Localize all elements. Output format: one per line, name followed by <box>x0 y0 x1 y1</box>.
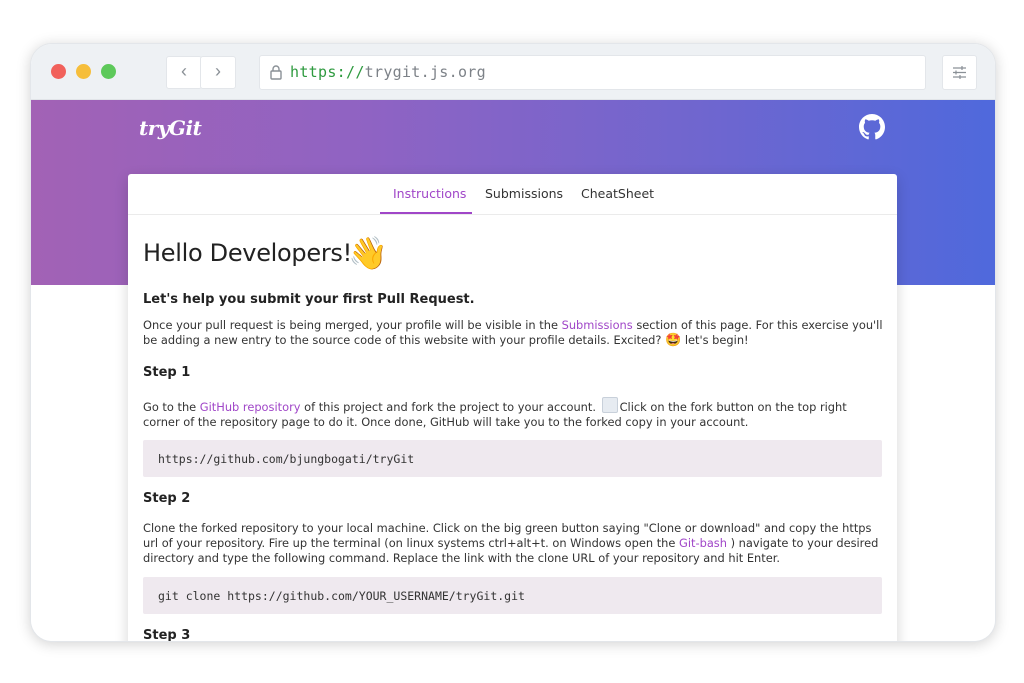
submissions-link[interactable]: Submissions <box>562 318 633 332</box>
waving-hand-icon: 👋 <box>348 234 388 272</box>
browser-window: ‹ › https://trygit.js.org tryGit Instruc… <box>30 43 996 642</box>
git-bash-link[interactable]: Git-bash <box>679 536 727 550</box>
sliders-icon <box>953 66 966 79</box>
github-repository-link[interactable]: GitHub repository <box>200 400 301 414</box>
page-viewport: tryGit Instructions Submissions CheatShe… <box>31 100 995 641</box>
url-text: https://trygit.js.org <box>290 63 486 81</box>
code-text: https://github.com/bjungbogati/tryGit <box>158 452 415 466</box>
close-window-button[interactable] <box>51 64 66 79</box>
site-logo[interactable]: tryGit <box>139 116 202 140</box>
chevron-left-icon: ‹ <box>181 61 187 81</box>
tab-bar: Instructions Submissions CheatSheet <box>128 174 897 215</box>
tab-cheatsheet[interactable]: CheatSheet <box>581 186 654 201</box>
step-1-code-block: https://github.com/bjungbogati/tryGit <box>143 440 882 477</box>
forward-button[interactable]: › <box>200 56 236 89</box>
fork-button-icon <box>601 397 618 413</box>
settings-button[interactable] <box>942 55 977 90</box>
active-tab-indicator <box>380 212 472 214</box>
maximize-window-button[interactable] <box>101 64 116 79</box>
page-title: Hello Developers! <box>143 239 352 267</box>
intro-paragraph: Once your pull request is being merged, … <box>143 318 883 348</box>
browser-titlebar: ‹ › https://trygit.js.org <box>31 44 995 100</box>
code-text: git clone https://github.com/YOUR_USERNA… <box>158 589 525 603</box>
step-2-paragraph: Clone the forked repository to your loca… <box>143 521 879 565</box>
star-struck-icon: 🤩 <box>665 333 682 348</box>
tab-submissions[interactable]: Submissions <box>485 186 563 201</box>
page-subtitle: Let's help you submit your first Pull Re… <box>143 292 475 307</box>
step-1-paragraph: Go to the GitHub repository of this proj… <box>143 397 883 430</box>
address-bar[interactable]: https://trygit.js.org <box>259 55 926 90</box>
instructions-card: Instructions Submissions CheatSheet Hell… <box>128 174 897 641</box>
step-2-code-block: git clone https://github.com/YOUR_USERNA… <box>143 577 882 614</box>
tab-instructions[interactable]: Instructions <box>393 186 466 201</box>
lock-icon <box>270 65 282 80</box>
chevron-right-icon: › <box>215 61 221 81</box>
minimize-window-button[interactable] <box>76 64 91 79</box>
step-2-heading: Step 2 <box>143 491 191 506</box>
step-3-heading: Step 3 <box>143 628 191 641</box>
back-button[interactable]: ‹ <box>166 56 202 89</box>
github-icon[interactable] <box>859 114 885 140</box>
step-1-heading: Step 1 <box>143 365 191 380</box>
